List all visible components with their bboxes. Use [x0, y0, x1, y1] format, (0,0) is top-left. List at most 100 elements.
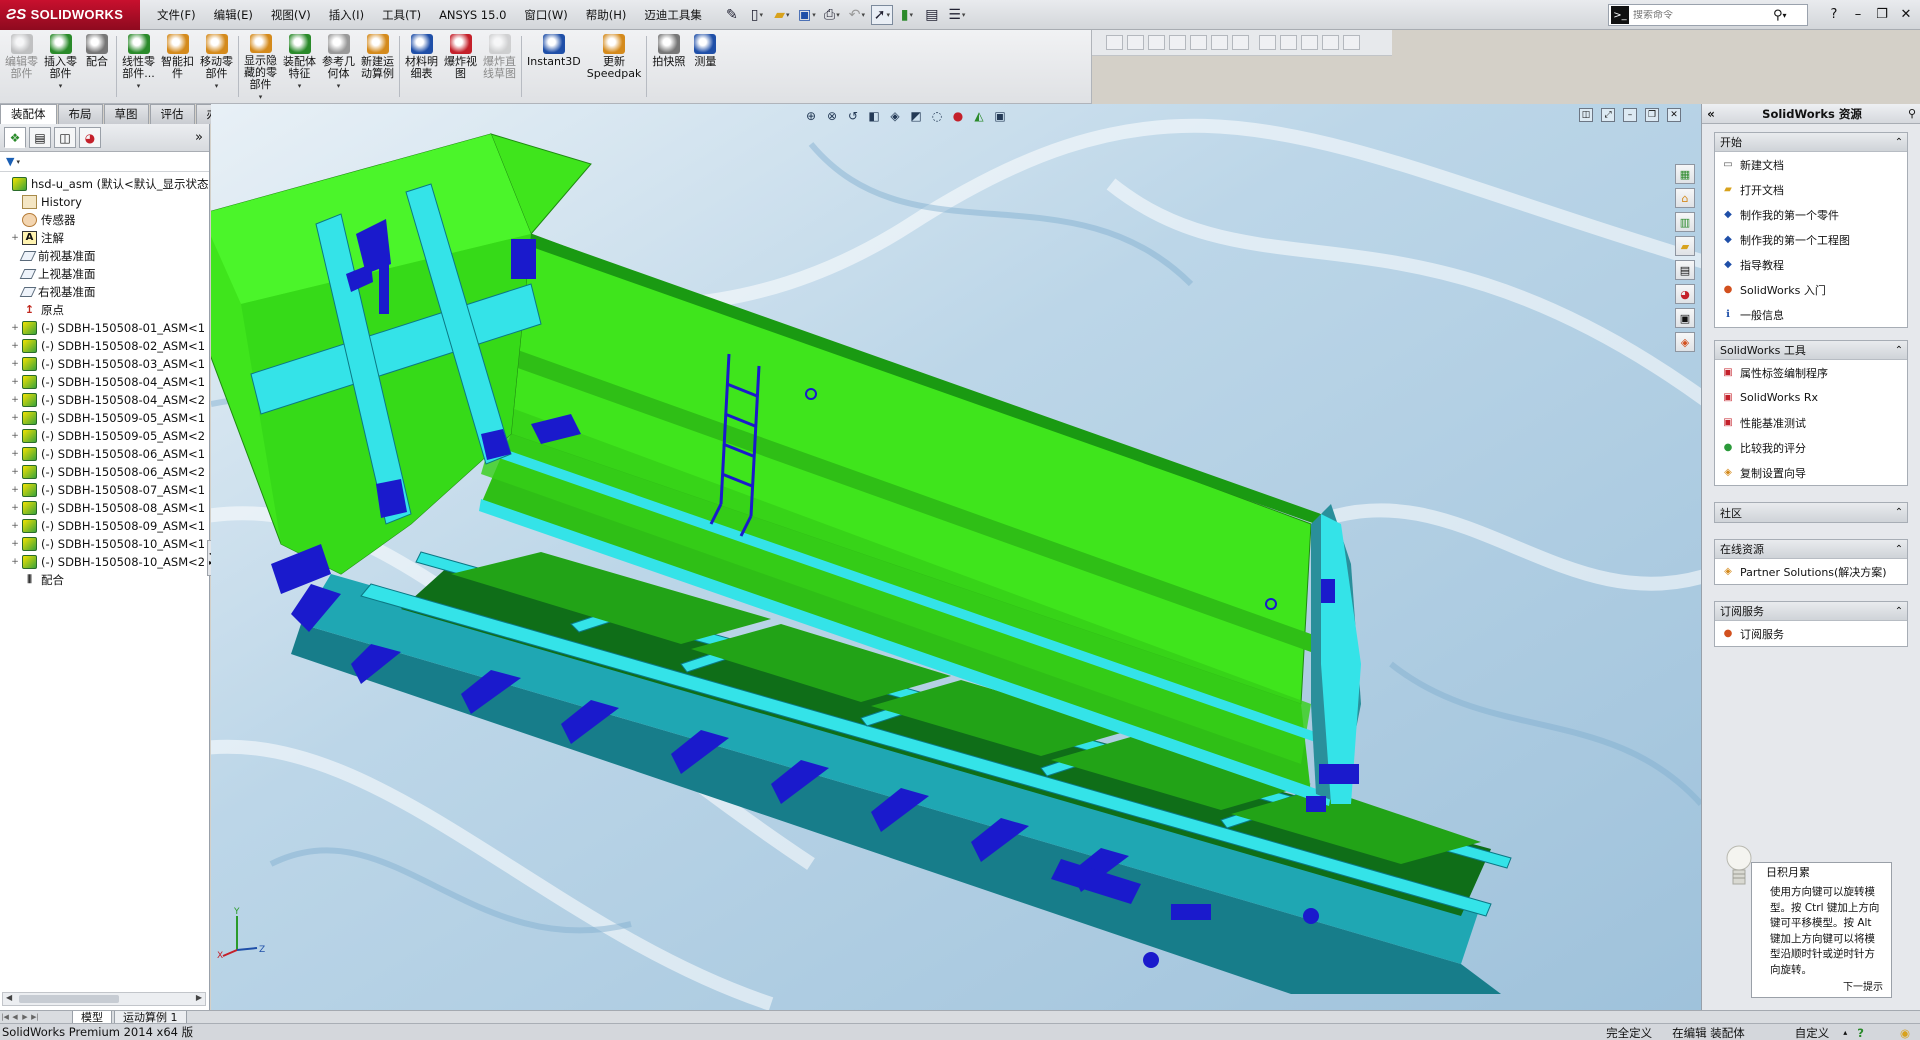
horizontal-scrollbar[interactable]: ◀ ▶ [2, 992, 206, 1006]
task-link[interactable]: ◈ 复制设置向导 [1715, 460, 1907, 485]
smart-fasteners-button[interactable]: 智能扣 件 [158, 30, 197, 103]
undo-icon[interactable]: ↶ ▾ [846, 5, 868, 25]
bottom-tab-0[interactable]: 模型 [72, 1010, 112, 1024]
task-link[interactable]: ● SolidWorks 入门 [1715, 277, 1907, 302]
task-link[interactable]: ● 订阅服务 [1715, 621, 1907, 646]
task-link[interactable]: ▣ 性能基准测试 [1715, 410, 1907, 435]
collapse-panel-icon[interactable]: » [195, 130, 203, 145]
tree-item[interactable]: 上视基准面 [0, 265, 209, 283]
scroll-right-icon[interactable]: ▶ [196, 993, 202, 1002]
bottom-tab-1[interactable]: 运动算例 1 [114, 1010, 187, 1024]
prev-tab-icon[interactable]: ◀ [10, 1013, 20, 1021]
select-icon[interactable]: ➚ ▾ [870, 4, 893, 25]
pin-icon[interactable]: ✎ [721, 5, 743, 25]
section-header[interactable]: 社区 ⌃ [1715, 503, 1907, 522]
expand-icon[interactable]: + [10, 553, 20, 571]
scroll-thumb[interactable] [19, 995, 119, 1003]
print-icon[interactable]: ⎙ ▾ [821, 5, 843, 25]
expand-icon[interactable]: + [10, 319, 20, 337]
command-search[interactable]: >_ ⚲ ▾ [1608, 4, 1808, 26]
expand-icon[interactable]: + [10, 391, 20, 409]
first-tab-icon[interactable]: |◀ [0, 1013, 10, 1021]
expand-icon[interactable]: + [10, 355, 20, 373]
tree-item[interactable]: + (-) SDBH-150509-05_ASM<2 [0, 427, 209, 445]
tab-0[interactable]: 装配体 [0, 104, 57, 124]
tree-item[interactable]: 传感器 [0, 211, 209, 229]
menu-item[interactable]: 视图(V) [262, 0, 320, 30]
search-icon[interactable]: ⚲ [1773, 8, 1783, 23]
sketch-tool-icon[interactable] [1259, 35, 1276, 50]
sketch-tool-icon[interactable] [1190, 35, 1207, 50]
collapse-chevron-icon[interactable]: ⌃ [1891, 544, 1907, 555]
task-link[interactable]: ◆ 制作我的第一个零件 [1715, 202, 1907, 227]
collapse-chevron-icon[interactable]: ⌃ [1891, 606, 1907, 617]
tree-filter[interactable]: ▼ ▾ [0, 152, 209, 172]
design-library-icon[interactable]: ▥ [1675, 212, 1695, 232]
dropdown-arrow-icon[interactable]: ▾ [215, 80, 219, 92]
tree-item[interactable]: 右视基准面 [0, 283, 209, 301]
tree-item[interactable]: ⦀ 配合 [0, 571, 209, 589]
dump-body-model[interactable] [211, 104, 1701, 1010]
save-icon[interactable]: ▣ ▾ [796, 5, 818, 25]
collapse-chevron-icon[interactable]: ⌃ [1891, 507, 1907, 518]
snapshot-button[interactable]: 拍快照 [649, 30, 688, 103]
search-input[interactable] [1633, 9, 1773, 21]
dropdown-arrow-icon[interactable]: ▾ [337, 80, 341, 92]
forum-tab-icon[interactable]: ◈ [1675, 332, 1695, 352]
expand-icon[interactable]: + [10, 499, 20, 517]
file-properties-icon[interactable]: ▤ [921, 5, 943, 25]
sketch-tool-icon[interactable] [1106, 35, 1123, 50]
filter-icon[interactable]: ▼ [6, 155, 14, 168]
sketch-tool-icon[interactable] [1232, 35, 1249, 50]
expand-icon[interactable]: + [10, 445, 20, 463]
move-component-button[interactable]: 移动零 部件 ▾ [197, 30, 236, 103]
tree-item[interactable]: + (-) SDBH-150508-10_ASM<2 [0, 553, 209, 571]
expand-icon[interactable]: + [10, 337, 20, 355]
assembly-feature-button[interactable]: 装配体 特征 ▾ [280, 30, 319, 103]
dropdown-arrow-icon[interactable]: ▾ [298, 80, 302, 92]
last-tab-icon[interactable]: ▶| [30, 1013, 40, 1021]
sketch-tool-icon[interactable] [1148, 35, 1165, 50]
sketch-tool-icon[interactable] [1280, 35, 1297, 50]
reference-geometry-button[interactable]: 参考几 何体 ▾ [319, 30, 358, 103]
tab-1[interactable]: 布局 [57, 104, 103, 124]
motion-study-button[interactable]: 新建运 动算例 [358, 30, 397, 103]
dropdown-arrow-icon[interactable]: ▾ [59, 80, 63, 92]
tree-item[interactable]: + (-) SDBH-150508-08_ASM<1 [0, 499, 209, 517]
expand-icon[interactable]: + [10, 517, 20, 535]
task-link[interactable]: ◆ 制作我的第一个工程图 [1715, 227, 1907, 252]
tree-item[interactable]: + (-) SDBH-150509-05_ASM<1 [0, 409, 209, 427]
help-icon[interactable]: ? [1824, 4, 1844, 24]
sketch-tool-icon[interactable] [1343, 35, 1360, 50]
tab-3[interactable]: 评估 [149, 104, 195, 124]
new-icon[interactable]: ▯ ▾ [746, 5, 768, 25]
tree-item[interactable]: + (-) SDBH-150508-04_ASM<2 [0, 391, 209, 409]
tree-item[interactable]: + (-) SDBH-150508-07_ASM<1 [0, 481, 209, 499]
exploded-view-button[interactable]: 爆炸视 图 [441, 30, 480, 103]
menu-item[interactable]: 迈迪工具集 [635, 0, 711, 30]
expand-icon[interactable]: + [10, 373, 20, 391]
expand-icon[interactable]: + [10, 535, 20, 553]
dropdown-arrow-icon[interactable]: ▾ [259, 91, 263, 103]
instant3d-button[interactable]: Instant3D [524, 30, 584, 103]
task-link[interactable]: ℹ 一般信息 [1715, 302, 1907, 327]
expand-icon[interactable]: + [10, 481, 20, 499]
sketch-tool-icon[interactable] [1211, 35, 1228, 50]
sketch-tool-icon[interactable] [1322, 35, 1339, 50]
collapse-chevron-icon[interactable]: ⌃ [1891, 137, 1907, 148]
menu-item[interactable]: 文件(F) [148, 0, 205, 30]
configurationmanager-tab-icon[interactable]: ◫ [54, 127, 76, 148]
tab-2[interactable]: 草图 [103, 104, 149, 124]
rebuild-icon[interactable]: ▮ ▾ [896, 5, 918, 25]
tree-item[interactable]: 前视基准面 [0, 247, 209, 265]
expand-icon[interactable]: + [10, 229, 20, 247]
bom-button[interactable]: 材料明 细表 [402, 30, 441, 103]
task-link[interactable]: ▭ 新建文档 [1715, 152, 1907, 177]
minimize-icon[interactable]: – [1848, 4, 1868, 24]
tree-item[interactable]: + (-) SDBH-150508-04_ASM<1 [0, 373, 209, 391]
close-icon[interactable]: ✕ [1896, 4, 1916, 24]
tree-item[interactable]: ↥ 原点 [0, 301, 209, 319]
explode-line-button[interactable]: 爆炸直 线草图 [480, 30, 519, 103]
menu-item[interactable]: 窗口(W) [515, 0, 576, 30]
linear-pattern-button[interactable]: 线性零 部件... ▾ [119, 30, 158, 103]
